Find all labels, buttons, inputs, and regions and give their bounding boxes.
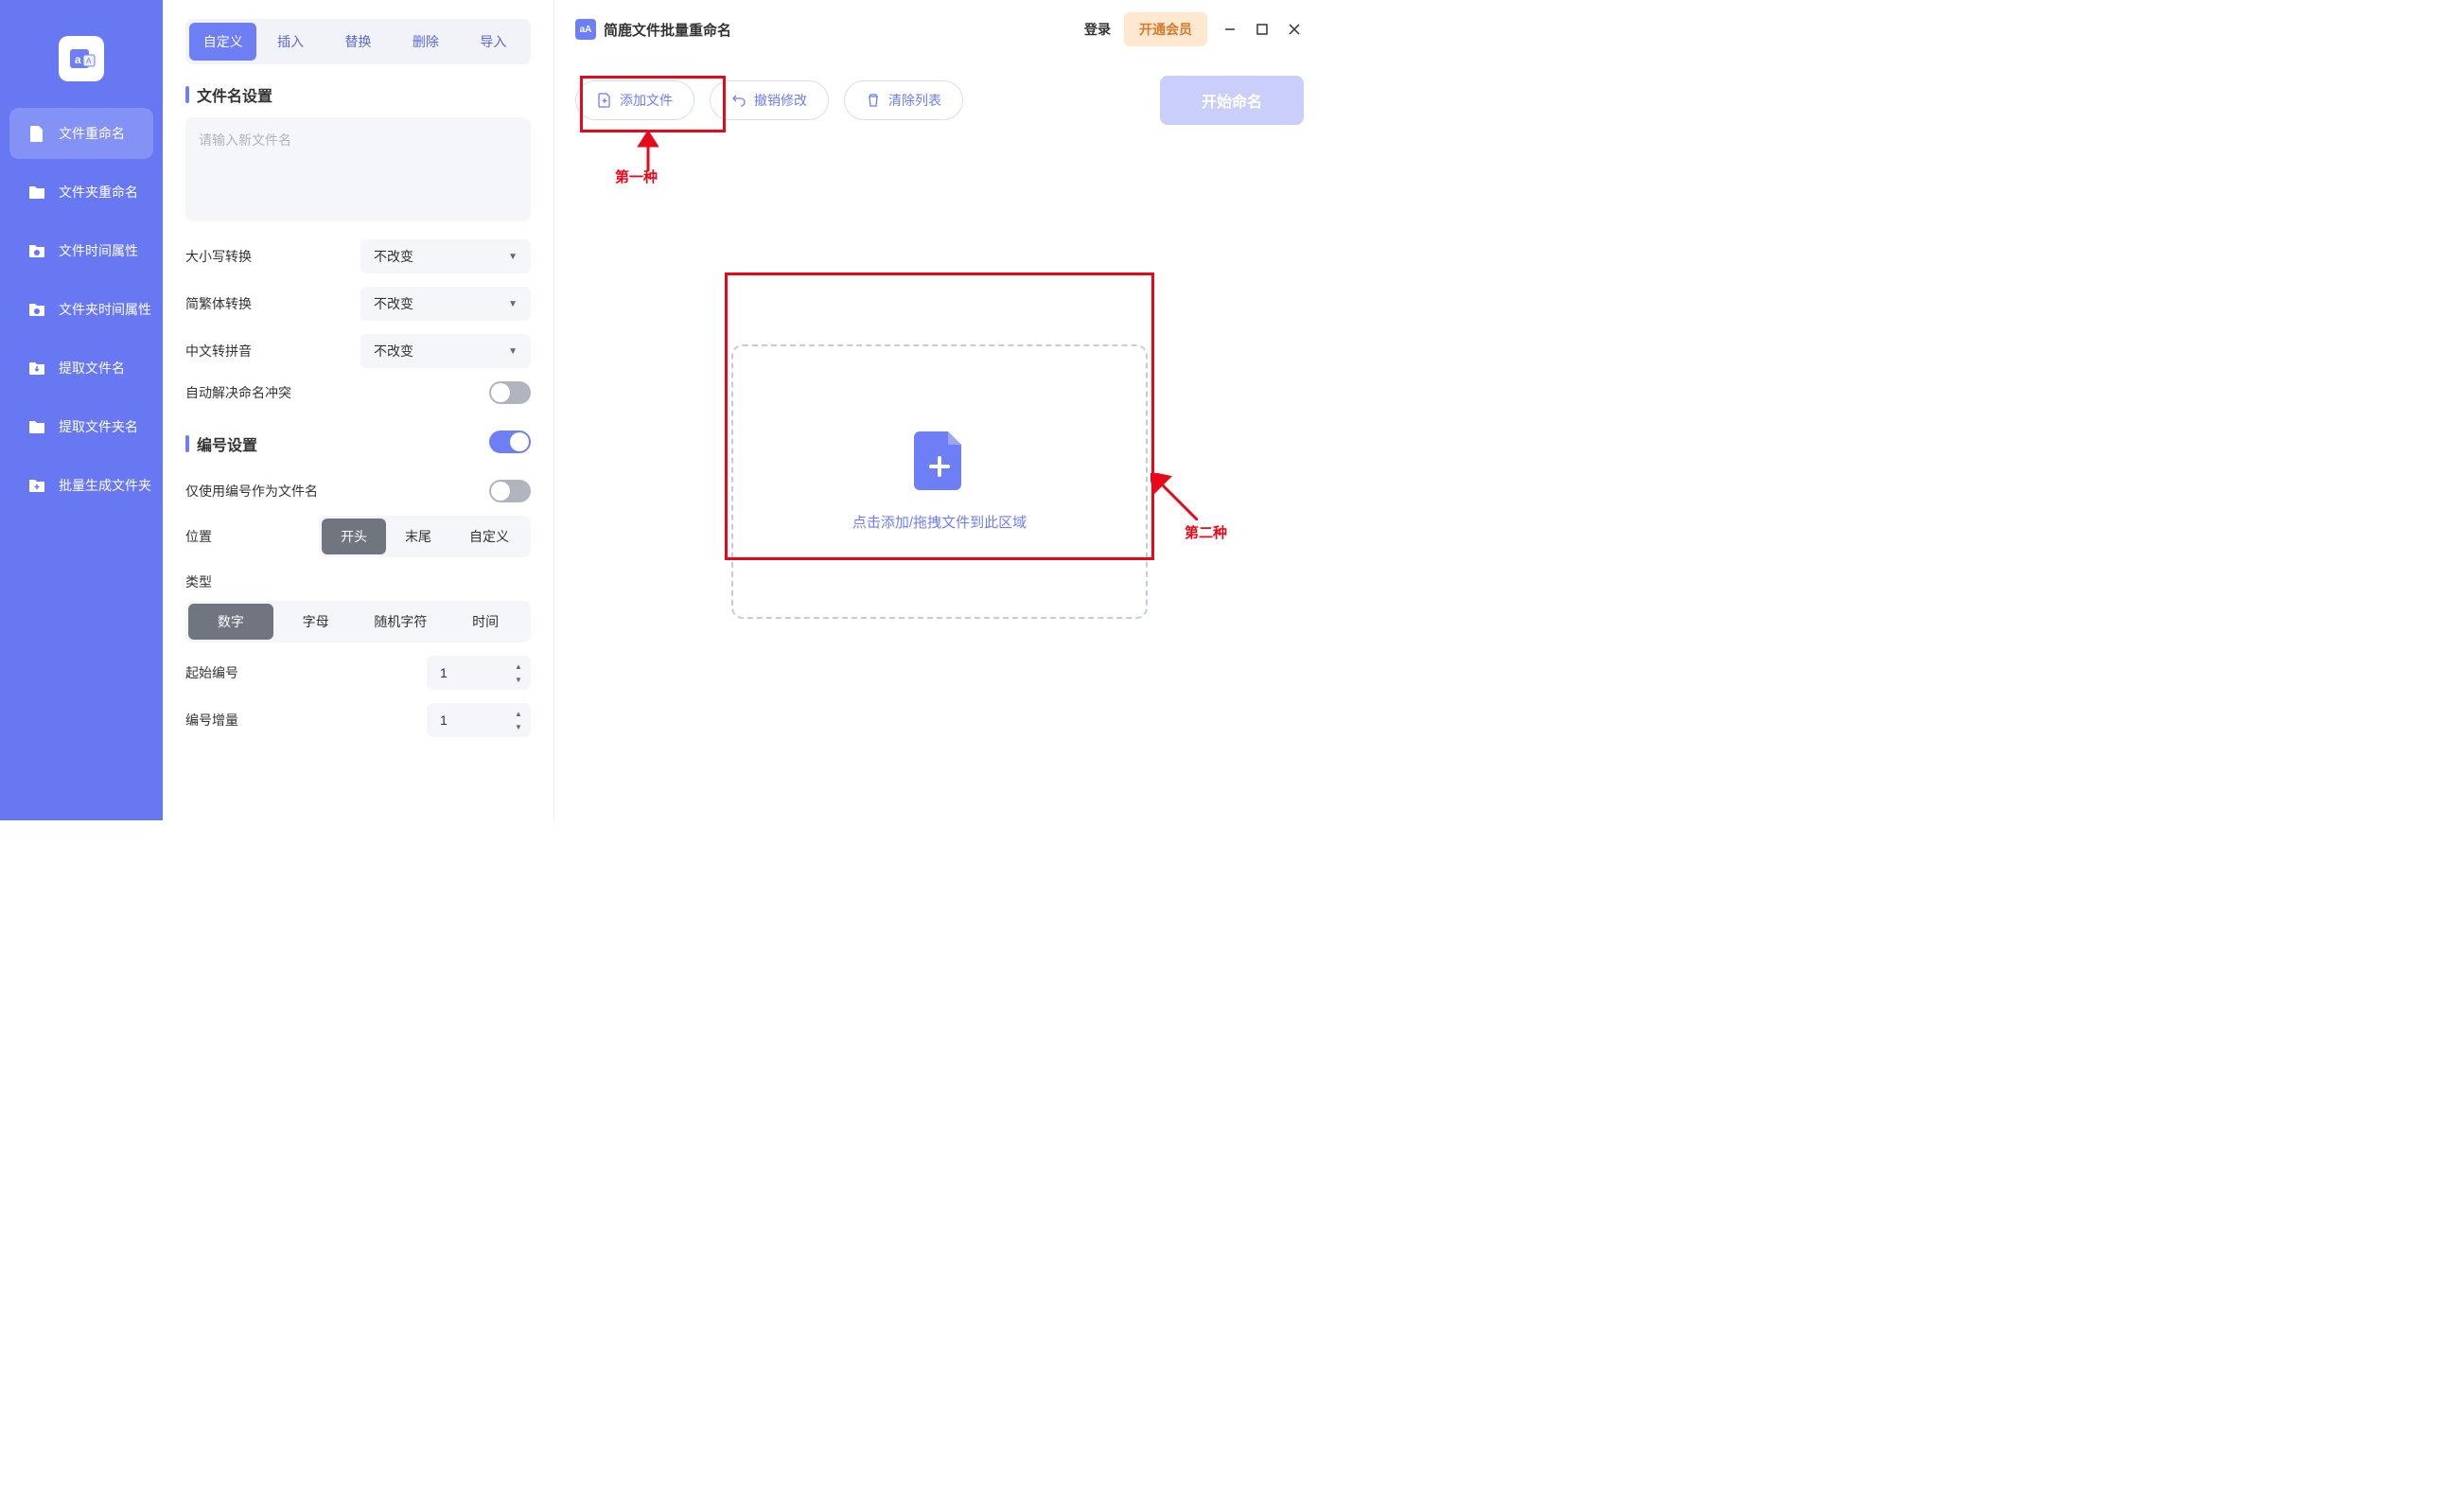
file-icon <box>26 123 47 144</box>
vip-button[interactable]: 开通会员 <box>1124 12 1207 46</box>
toolbar: 添加文件 撤销修改 清除列表 开始命名 <box>554 59 1325 142</box>
spin-down-icon[interactable]: ▼ <box>512 720 525 733</box>
sidebar-item-label: 文件夹时间属性 <box>59 300 151 319</box>
sidebar: aA 文件重命名 文件夹重命名 文件时间属性 文件夹时间属性 提取文件名 提取文… <box>0 0 163 820</box>
svg-text:A: A <box>86 57 92 65</box>
close-icon[interactable] <box>1285 20 1304 39</box>
spin-up-icon[interactable]: ▲ <box>512 659 525 673</box>
sidebar-item-label: 文件时间属性 <box>59 241 138 260</box>
pinyin-select[interactable]: 不改变 <box>360 334 531 368</box>
section-filename-title: 文件名设置 <box>185 83 531 106</box>
clear-list-button[interactable]: 清除列表 <box>844 80 963 120</box>
header: aA 简鹿文件批量重命名 登录 开通会员 <box>554 0 1325 59</box>
sidebar-item-label: 文件夹重命名 <box>59 183 138 202</box>
step-label: 编号增量 <box>185 711 238 730</box>
only-number-label: 仅使用编号作为文件名 <box>185 482 318 501</box>
position-custom[interactable]: 自定义 <box>450 519 528 554</box>
app-logo: aA <box>59 36 104 81</box>
sidebar-item-extract-foldername[interactable]: 提取文件夹名 <box>9 401 153 452</box>
tab-import[interactable]: 导入 <box>460 23 527 61</box>
folder-icon <box>26 182 47 202</box>
undo-button[interactable]: 撤销修改 <box>710 80 829 120</box>
position-end[interactable]: 末尾 <box>386 519 450 554</box>
numbering-toggle[interactable] <box>489 431 531 453</box>
mode-tabs: 自定义 插入 替换 删除 导入 <box>185 19 531 64</box>
type-time[interactable]: 时间 <box>443 604 528 640</box>
sidebar-item-rename-file[interactable]: 文件重命名 <box>9 108 153 159</box>
type-number[interactable]: 数字 <box>188 604 273 640</box>
add-file-icon <box>597 93 612 108</box>
file-time-icon <box>26 240 47 261</box>
only-number-toggle[interactable] <box>489 480 531 502</box>
file-add-icon <box>914 431 965 495</box>
spin-down-icon[interactable]: ▼ <box>512 673 525 686</box>
main-panel: aA 简鹿文件批量重命名 登录 开通会员 添加文件 撤销修改 清除列表 开始命名 <box>554 0 1325 820</box>
pinyin-label: 中文转拼音 <box>185 342 252 360</box>
tab-delete[interactable]: 删除 <box>392 23 459 61</box>
add-file-button[interactable]: 添加文件 <box>575 80 694 120</box>
section-numbering-title: 编号设置 <box>185 432 257 455</box>
tab-insert[interactable]: 插入 <box>256 23 324 61</box>
type-label: 类型 <box>185 572 531 591</box>
app-icon: aA <box>575 19 596 40</box>
app-title: 简鹿文件批量重命名 <box>604 20 731 40</box>
new-filename-input[interactable] <box>185 117 531 221</box>
start-number-label: 起始编号 <box>185 663 238 682</box>
sidebar-item-label: 提取文件夹名 <box>59 417 138 436</box>
position-label: 位置 <box>185 527 212 546</box>
position-start[interactable]: 开头 <box>322 519 386 554</box>
drop-zone-text: 点击添加/拖拽文件到此区域 <box>852 512 1027 532</box>
login-button[interactable]: 登录 <box>1084 20 1111 39</box>
case-label: 大小写转换 <box>185 247 252 266</box>
sidebar-item-batch-create-folder[interactable]: 批量生成文件夹 <box>9 460 153 511</box>
sidebar-item-label: 文件重命名 <box>59 124 125 143</box>
conflict-label: 自动解决命名冲突 <box>185 383 291 402</box>
sidebar-item-label: 批量生成文件夹 <box>59 476 151 495</box>
tab-custom[interactable]: 自定义 <box>189 23 256 61</box>
trad-select[interactable]: 不改变 <box>360 287 531 321</box>
minimize-icon[interactable] <box>1220 20 1239 39</box>
sidebar-item-file-time[interactable]: 文件时间属性 <box>9 225 153 276</box>
position-segment: 开头 末尾 自定义 <box>319 516 531 557</box>
case-select[interactable]: 不改变 <box>360 239 531 273</box>
maximize-icon[interactable] <box>1253 20 1272 39</box>
svg-text:a: a <box>75 53 81 66</box>
start-rename-button[interactable]: 开始命名 <box>1160 76 1304 125</box>
extract-folder-icon <box>26 416 47 437</box>
folder-time-icon <box>26 299 47 320</box>
sidebar-item-rename-folder[interactable]: 文件夹重命名 <box>9 167 153 218</box>
drop-zone[interactable]: 点击添加/拖拽文件到此区域 <box>731 344 1148 619</box>
clear-icon <box>866 93 881 108</box>
add-folder-icon <box>26 475 47 496</box>
settings-panel: 自定义 插入 替换 删除 导入 文件名设置 大小写转换 不改变 简繁体转换 不改… <box>163 0 554 820</box>
undo-icon <box>731 93 746 108</box>
conflict-toggle[interactable] <box>489 381 531 404</box>
type-random[interactable]: 随机字符 <box>359 604 444 640</box>
spin-up-icon[interactable]: ▲ <box>512 707 525 720</box>
extract-file-icon <box>26 358 47 378</box>
tab-replace[interactable]: 替换 <box>325 23 392 61</box>
sidebar-item-label: 提取文件名 <box>59 359 125 378</box>
type-letter[interactable]: 字母 <box>273 604 359 640</box>
sidebar-item-folder-time[interactable]: 文件夹时间属性 <box>9 284 153 335</box>
sidebar-item-extract-filename[interactable]: 提取文件名 <box>9 343 153 394</box>
type-segment: 数字 字母 随机字符 时间 <box>185 601 531 642</box>
trad-label: 简繁体转换 <box>185 294 252 313</box>
